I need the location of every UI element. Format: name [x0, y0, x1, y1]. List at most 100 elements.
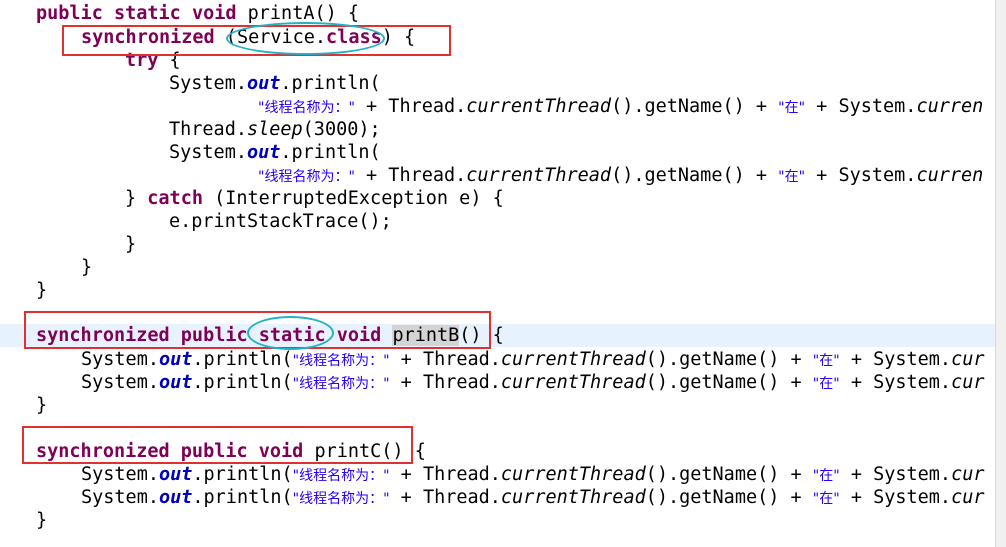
system-class: System.: [169, 73, 247, 94]
method-cur-truncated: cur: [951, 487, 985, 508]
method-cur-truncated: cur: [951, 464, 985, 485]
method-current-truncated: curren: [916, 96, 984, 117]
system-ref: + System.: [839, 372, 952, 393]
method-printStackTrace: .printStackTrace();: [180, 211, 392, 232]
code-line-catch: } catch (InterruptedException e) {: [125, 187, 504, 210]
system-class: System.: [81, 349, 159, 370]
system-class: System.: [81, 372, 159, 393]
method-println: .println(: [192, 349, 293, 370]
paren-brace: () {: [381, 441, 426, 462]
code-line-concat-1: "线程名称为：" + Thread.currentThread().getNam…: [258, 95, 983, 118]
code-line-printC-println-1: System.out.println("线程名称为：" + Thread.cur…: [81, 463, 985, 486]
string-zai: "在": [812, 491, 840, 507]
code-line-println-open-1: System.out.println(: [169, 72, 381, 95]
keyword-public: public: [180, 441, 248, 462]
sleep-args: (3000);: [302, 119, 381, 140]
keyword-catch: catch: [147, 188, 203, 209]
method-println: .println(: [280, 73, 381, 94]
system-ref: + System.: [839, 349, 952, 370]
paren-brace: () {: [459, 325, 504, 346]
keyword-void: void: [191, 3, 237, 24]
string-zai: "在": [812, 376, 840, 392]
code-line-printB-println-1: System.out.println("线程名称为：" + Thread.cur…: [81, 348, 985, 371]
code-line-sleep: Thread.sleep(3000);: [169, 118, 381, 141]
method-getName: ().getName() +: [645, 349, 813, 370]
string-zai: "在": [812, 353, 840, 369]
method-cur-truncated: cur: [951, 349, 985, 370]
string-thread-name-label: "线程名称为：": [292, 353, 390, 369]
string-thread-name-label: "线程名称为：": [292, 491, 390, 507]
method-println: .println(: [192, 487, 293, 508]
code-line-printB-signature: synchronized public static void printB()…: [0, 324, 996, 347]
paren-close-brace: ) {: [381, 27, 416, 48]
keyword-synchronized: synchronized: [81, 27, 215, 48]
code-line-printstacktrace: e.printStackTrace();: [169, 210, 392, 233]
method-getName: ().getName() +: [645, 487, 813, 508]
string-zai: "在": [812, 468, 840, 484]
code-editor[interactable]: public static void printA() { synchroniz…: [0, 0, 996, 547]
string-literal: "线程名称为：": [258, 96, 355, 117]
keyword-void: void: [336, 325, 382, 346]
field-out: out: [246, 142, 281, 163]
method-printC: printC: [314, 441, 382, 462]
method-currentThread: currentThread: [466, 96, 612, 117]
vertical-scrollbar[interactable]: [995, 0, 1006, 547]
method-printB: printB: [392, 325, 460, 346]
method-println: .println(: [192, 464, 293, 485]
code-line-printC-println-2: System.out.println("线程名称为：" + Thread.cur…: [81, 486, 985, 509]
code-line-close-printA: }: [36, 280, 48, 301]
thread-ref: + Thread.: [354, 165, 467, 186]
keyword-synchronized: synchronized: [36, 441, 170, 462]
code-line-printA-signature: public static void printA() {: [36, 2, 359, 25]
method-cur-truncated: cur: [951, 372, 985, 393]
system-class: System.: [169, 142, 247, 163]
method-getName: ().getName() +: [611, 96, 779, 117]
thread-class: Thread.: [169, 119, 247, 140]
method-current-truncated: curren: [916, 165, 984, 186]
class-service: Service: [236, 27, 315, 48]
code-line-close-catch: }: [125, 234, 137, 255]
method-printA: printA() {: [247, 3, 360, 24]
field-out: out: [158, 487, 193, 508]
code-line-synchronized-block: synchronized (Service.class) {: [81, 26, 415, 49]
exception-var: e: [459, 188, 471, 209]
method-println: .println(: [280, 142, 381, 163]
system-ref: + System.: [805, 165, 917, 186]
code-line-println-open-2: System.out.println(: [169, 141, 381, 164]
method-getName: ().getName() +: [645, 372, 813, 393]
field-out: out: [158, 349, 193, 370]
exception-type: (InterruptedException: [202, 188, 460, 209]
code-line-close-printB: }: [36, 395, 48, 416]
thread-ref: + Thread.: [389, 487, 501, 508]
method-sleep: sleep: [246, 119, 303, 140]
code-line-printB-println-2: System.out.println("线程名称为：" + Thread.cur…: [81, 371, 985, 394]
method-println: .println(: [192, 372, 293, 393]
brace-open: ) {: [470, 188, 504, 209]
keyword-public: public: [36, 3, 103, 24]
field-out: out: [158, 372, 193, 393]
dot: .: [314, 27, 327, 48]
system-class: System.: [81, 464, 159, 485]
string-zai: "在": [778, 100, 806, 116]
method-getName: ().getName() +: [645, 464, 813, 485]
thread-ref: + Thread.: [389, 372, 501, 393]
field-out: out: [246, 73, 281, 94]
code-line-try: try {: [125, 49, 181, 72]
code-line-printC-signature: synchronized public void printC() {: [36, 440, 426, 463]
method-currentThread: currentThread: [500, 464, 646, 485]
code-line-close-sync: }: [81, 257, 93, 278]
thread-ref: + Thread.: [389, 464, 501, 485]
system-ref: + System.: [839, 464, 952, 485]
method-currentThread: currentThread: [500, 372, 646, 393]
string-thread-name-label: "线程名称为：": [258, 169, 355, 185]
string-zai: "在": [778, 169, 806, 185]
brace-open: {: [158, 50, 181, 71]
method-currentThread: currentThread: [500, 349, 646, 370]
thread-ref: + Thread.: [389, 349, 501, 370]
code-line-concat-2: "线程名称为：" + Thread.currentThread().getNam…: [258, 164, 983, 187]
brace-close: }: [125, 188, 148, 209]
keyword-class: class: [326, 27, 382, 48]
string-thread-name-label: "线程名称为：": [258, 100, 355, 116]
keyword-synchronized: synchronized: [36, 325, 170, 346]
exception-var: e: [169, 211, 181, 232]
